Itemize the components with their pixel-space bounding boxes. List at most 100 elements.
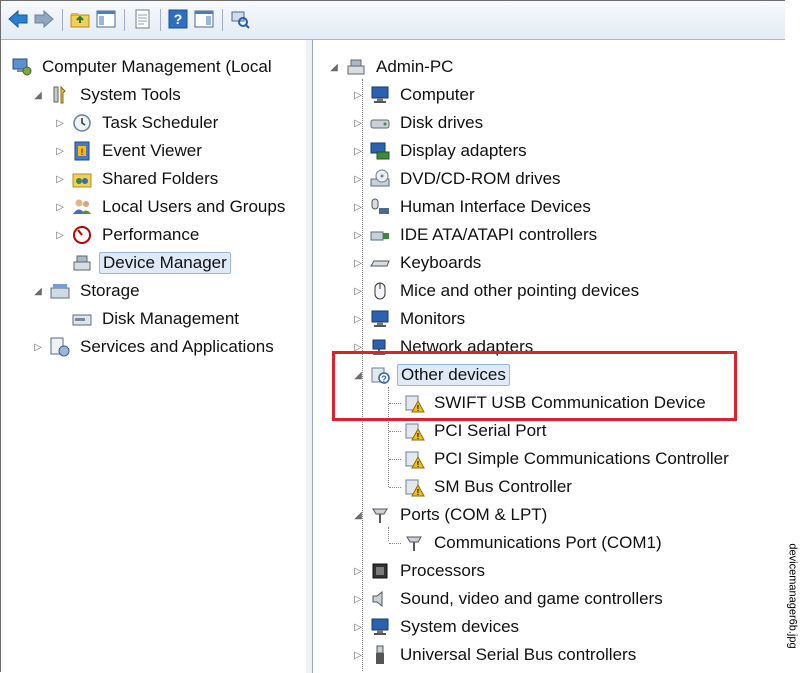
up-one-level-button[interactable]: [69, 8, 91, 30]
shared-folder-icon: [71, 168, 93, 190]
monitor-icon: [369, 84, 391, 106]
device-category-ide-ata-atapi-controllers[interactable]: ▷ IDE ATA/ATAPI controllers: [351, 222, 600, 248]
expand-arrow-icon[interactable]: ▷: [351, 564, 365, 578]
watermark-text: devicemanager6b.jpg: [786, 543, 799, 649]
tree-label: IDE ATA/ATAPI controllers: [400, 225, 598, 244]
tree-label: Disk drives: [400, 113, 484, 132]
svg-text:!: !: [417, 460, 420, 469]
properties-button[interactable]: [131, 8, 153, 30]
device-sm-bus-controller[interactable]: ! SM Bus Controller: [403, 474, 575, 500]
tree-label: Ports (COM & LPT): [400, 505, 548, 524]
expand-arrow-icon[interactable]: ▷: [351, 144, 365, 158]
speaker-icon: [369, 588, 391, 610]
collapse-arrow-icon[interactable]: ◢: [31, 284, 45, 298]
device-category-processors[interactable]: ▷ Processors: [351, 558, 488, 584]
help-button[interactable]: ?: [167, 8, 189, 30]
expand-arrow-icon[interactable]: ▷: [351, 592, 365, 606]
device-manager-icon: [71, 252, 93, 274]
expand-arrow-icon[interactable]: ▷: [351, 116, 365, 130]
folder-up-icon: [70, 13, 90, 28]
expand-arrow-icon[interactable]: ▷: [53, 172, 67, 186]
port-icon: [403, 532, 425, 554]
expand-arrow-icon[interactable]: ▷: [351, 648, 365, 662]
processor-icon: [369, 560, 391, 582]
device-category-ports[interactable]: ◢ Ports (COM & LPT): [351, 502, 550, 528]
device-category-dvd-cd-rom-drives[interactable]: ▷ DVD/CD-ROM drives: [351, 166, 564, 192]
collapse-arrow-icon[interactable]: ◢: [327, 60, 341, 74]
device-category-mice[interactable]: ▷ Mice and other pointing devices: [351, 278, 642, 304]
device-category-display-adapters[interactable]: ▷ Display adapters: [351, 138, 530, 164]
scan-hardware-button[interactable]: [229, 8, 251, 30]
services-icon: [49, 336, 71, 358]
toolbar: ?: [1, 1, 785, 40]
device-category-human-interface-devices[interactable]: ▷ Human Interface Devices: [351, 194, 594, 220]
tree-label: Sound, video and game controllers: [400, 589, 663, 608]
computer-management-icon: [11, 56, 33, 78]
expand-arrow-icon[interactable]: ▷: [31, 340, 45, 354]
watermark: devicemanager6b.jpg: [784, 520, 801, 672]
tree-node-computer-management[interactable]: Computer Management (Local: [11, 54, 275, 80]
forward-arrow-icon: [34, 9, 54, 29]
show-hide-action-pane-button[interactable]: [193, 8, 215, 30]
disk-management-icon: [71, 308, 93, 330]
device-pci-serial-port[interactable]: ! PCI Serial Port: [403, 418, 549, 444]
scan-hardware-icon: [231, 11, 250, 29]
device-category-sound-video-game[interactable]: ▷ Sound, video and game controllers: [351, 586, 666, 612]
tree-label: Task Scheduler: [102, 113, 219, 132]
tree-node-event-viewer[interactable]: ▷ ! Event Viewer: [53, 138, 205, 164]
tree-label: SM Bus Controller: [434, 477, 572, 496]
disk-drive-icon: [369, 112, 391, 134]
expand-arrow-icon[interactable]: ▷: [53, 200, 67, 214]
back-arrow-icon: [8, 9, 28, 29]
device-category-usb-controllers[interactable]: ▷ Universal Serial Bus controllers: [351, 642, 639, 668]
tree-node-performance[interactable]: ▷ Performance: [53, 222, 202, 248]
show-hide-console-tree-button[interactable]: [95, 8, 117, 30]
tree-node-shared-folders[interactable]: ▷ Shared Folders: [53, 166, 221, 192]
expand-arrow-icon[interactable]: ▷: [53, 228, 67, 242]
tree-label: PCI Serial Port: [434, 421, 547, 440]
device-communications-port-com1[interactable]: Communications Port (COM1): [403, 530, 665, 556]
expand-arrow-icon[interactable]: ▷: [351, 312, 365, 326]
tree-node-services-and-applications[interactable]: ▷ Services and Applications: [31, 334, 277, 360]
tree-label: PCI Simple Communications Controller: [434, 449, 729, 468]
tree-label: System devices: [400, 617, 520, 636]
collapse-arrow-icon[interactable]: ◢: [351, 508, 365, 522]
tree-label: Monitors: [400, 309, 466, 328]
tree-label: Storage: [80, 281, 140, 300]
back-button[interactable]: [7, 8, 29, 30]
device-category-keyboards[interactable]: ▷ Keyboards: [351, 250, 484, 276]
svg-text:?: ?: [174, 11, 183, 27]
tree-node-system-tools[interactable]: ◢ System Tools: [31, 82, 184, 108]
expand-arrow-icon[interactable]: ▷: [351, 172, 365, 186]
collapse-arrow-icon[interactable]: ◢: [31, 88, 45, 102]
console-tree-icon: [96, 10, 116, 28]
expand-arrow-icon[interactable]: ▷: [351, 228, 365, 242]
expand-arrow-icon[interactable]: ▷: [53, 144, 67, 158]
device-category-monitors[interactable]: ▷ Monitors: [351, 306, 468, 332]
device-pci-simple-communications-controller[interactable]: ! PCI Simple Communications Controller: [403, 446, 732, 472]
svg-text:!: !: [417, 488, 420, 497]
highlight-box: [332, 351, 737, 421]
expand-arrow-icon[interactable]: ▷: [53, 116, 67, 130]
forward-button[interactable]: [33, 8, 55, 30]
tree-label: Admin-PC: [376, 57, 454, 76]
expand-arrow-icon[interactable]: ▷: [351, 284, 365, 298]
tree-node-device-manager[interactable]: Device Manager: [71, 250, 231, 276]
tree-label: Disk Management: [102, 309, 240, 328]
expand-arrow-icon[interactable]: ▷: [351, 88, 365, 102]
expand-arrow-icon[interactable]: ▷: [351, 256, 365, 270]
warning-device-icon: !: [403, 448, 425, 470]
tree-label: Computer: [400, 85, 475, 104]
expand-arrow-icon[interactable]: ▷: [351, 620, 365, 634]
device-category-system-devices[interactable]: ▷ System devices: [351, 614, 522, 640]
expand-arrow-icon[interactable]: ▷: [351, 200, 365, 214]
tree-node-admin-pc[interactable]: ◢ Admin-PC: [327, 54, 456, 80]
event-viewer-icon: !: [71, 140, 93, 162]
tree-node-task-scheduler[interactable]: ▷ Task Scheduler: [53, 110, 221, 136]
tree-label: Device Manager: [99, 252, 231, 274]
tree-node-local-users-and-groups[interactable]: ▷ Local Users and Groups: [53, 194, 288, 220]
device-category-disk-drives[interactable]: ▷ Disk drives: [351, 110, 486, 136]
tree-node-storage[interactable]: ◢ Storage: [31, 278, 143, 304]
tree-node-disk-management[interactable]: Disk Management: [71, 306, 242, 332]
device-category-computer[interactable]: ▷ Computer: [351, 82, 478, 108]
